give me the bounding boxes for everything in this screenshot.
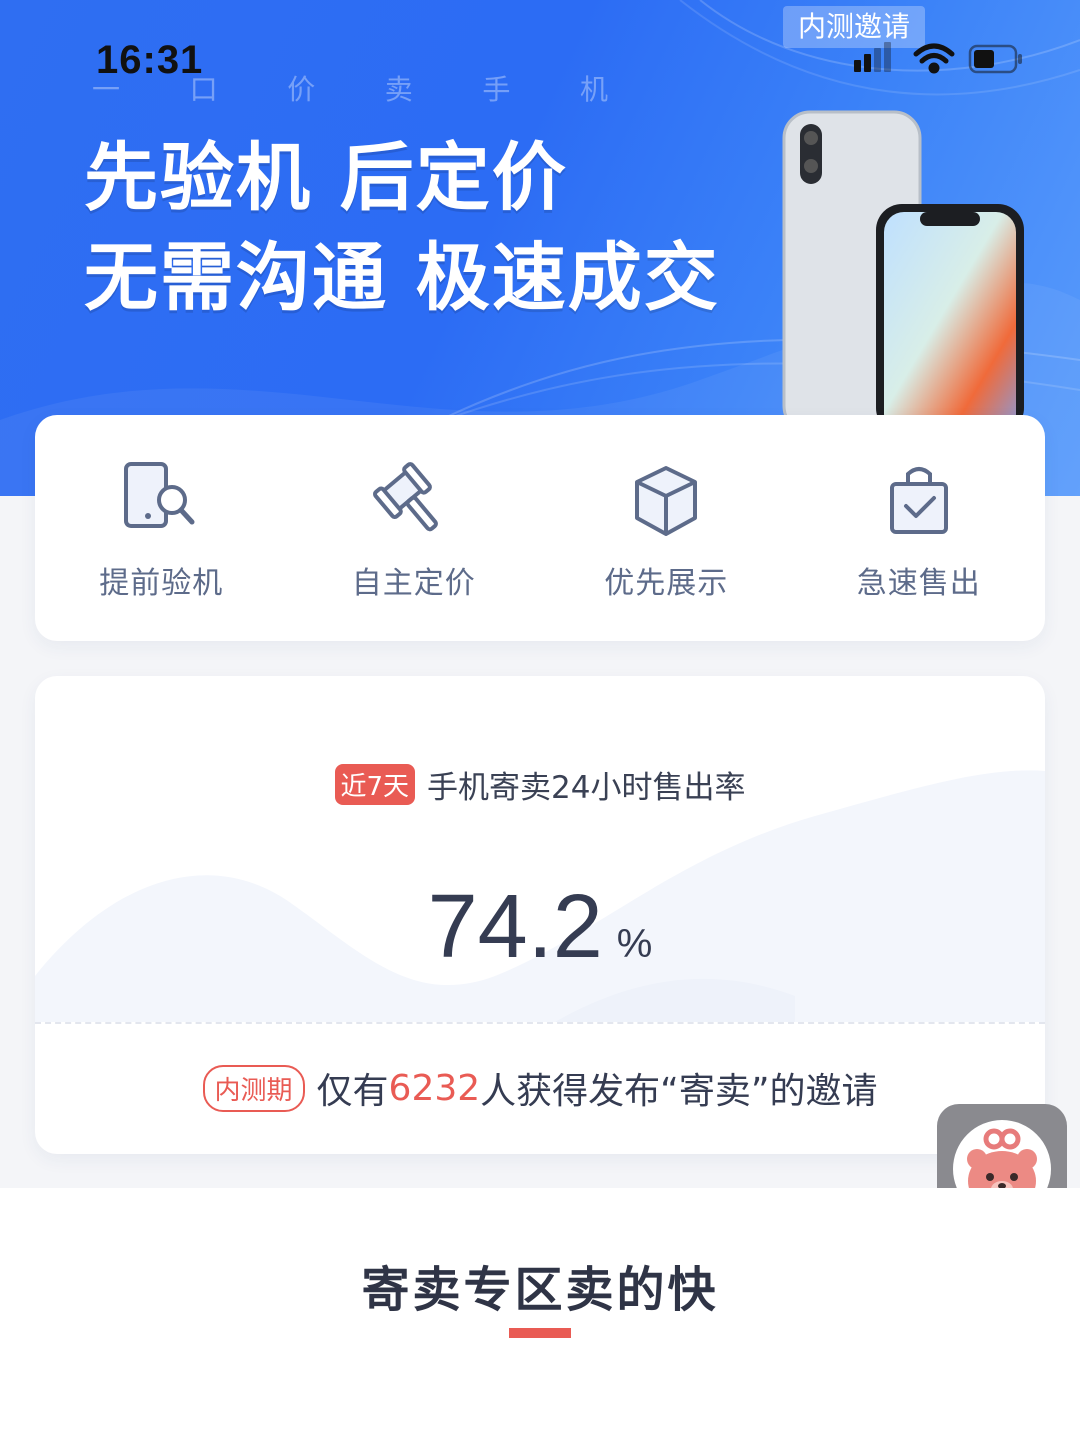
banner-headline-1: 先验机 后定价: [84, 135, 568, 221]
iphone-illustration: [782, 110, 1024, 418]
sale-rate-card: 近7天 手机寄卖24小时售出率 74.2 % 内测期 仅有 6232 人获得发布…: [35, 676, 1045, 1154]
feature-inspect-first[interactable]: 提前验机: [61, 460, 261, 602]
stats-value-row: 74.2 %: [35, 876, 1045, 979]
feature-label: 提前验机: [99, 566, 224, 601]
subtitle-char: 手: [482, 73, 515, 106]
section-title: 寄卖专区卖的快: [361, 1262, 719, 1318]
sale-rate-value: 74.2: [427, 877, 603, 977]
feature-set-price[interactable]: 自主定价: [314, 460, 514, 602]
beta-period-badge: 内测期: [202, 1064, 305, 1112]
feature-label: 自主定价: [351, 566, 476, 601]
phone-search-icon: [124, 462, 195, 528]
section-title-underline: [509, 1328, 571, 1338]
consignment-section: 寄卖专区卖的快: [0, 1188, 1080, 1442]
shopping-bag-check-icon: [889, 467, 948, 534]
banner-subtitle: 一 口 价 卖 手 机: [92, 68, 612, 108]
feature-priority-display[interactable]: 优先展示: [566, 460, 766, 602]
invite-suffix: 人获得发布“寄卖”的邀请: [480, 1071, 878, 1112]
status-icons: [854, 42, 1022, 74]
stats-title: 手机寄卖24小时售出率: [427, 770, 746, 806]
recent-7-days-badge: 近7天: [334, 764, 416, 805]
dashed-divider: [35, 1022, 1045, 1024]
battery-icon: [968, 44, 1022, 74]
cellular-signal-icon: [854, 42, 891, 72]
subtitle-char: 口: [189, 73, 222, 106]
banner-headline-2: 无需沟通 极速成交: [84, 235, 720, 321]
feature-label: 急速售出: [856, 566, 981, 601]
subtitle-char: 一: [92, 73, 125, 106]
invite-info-row: 内测期 仅有 6232 人获得发布“寄卖”的邀请: [35, 1062, 1045, 1114]
wifi-icon: [913, 43, 955, 74]
subtitle-char: 卖: [384, 73, 417, 106]
box-icon: [635, 466, 698, 536]
sale-rate-unit: %: [616, 922, 653, 966]
invite-count: 6232: [388, 1067, 481, 1109]
invite-prefix: 仅有: [316, 1071, 389, 1112]
subtitle-char: 价: [287, 73, 320, 106]
feature-card: 提前验机 自主定价 优先展示 急速售出: [35, 415, 1045, 641]
gavel-icon: [372, 462, 438, 532]
feature-fast-sale[interactable]: 急速售出: [819, 460, 1019, 602]
stats-title-row: 近7天 手机寄卖24小时售出率: [35, 762, 1045, 807]
feature-label: 优先展示: [604, 566, 729, 601]
subtitle-char: 机: [579, 73, 612, 106]
